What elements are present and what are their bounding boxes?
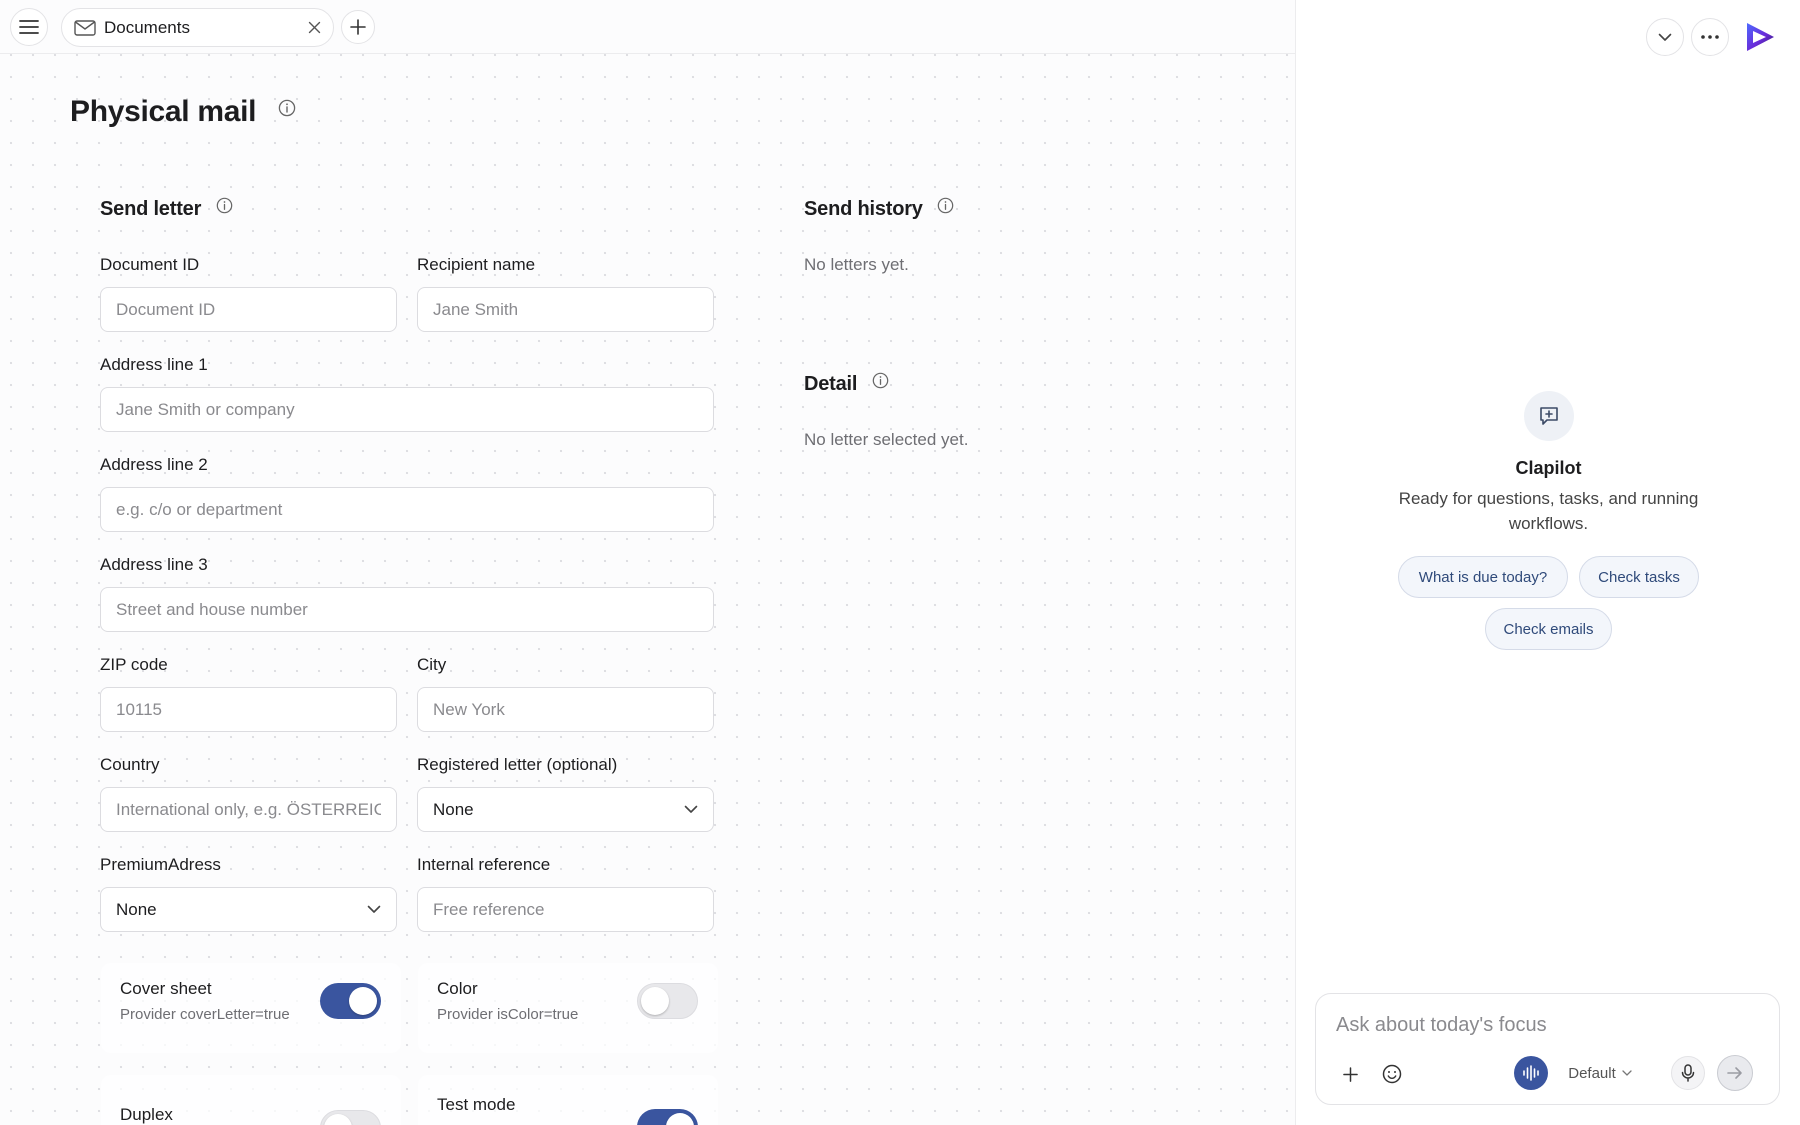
plus-icon <box>1342 1066 1358 1082</box>
toggle-knob <box>641 987 669 1015</box>
document-id-input[interactable] <box>100 287 397 332</box>
smiley-icon <box>1382 1064 1402 1084</box>
more-options-button[interactable] <box>1691 18 1729 56</box>
test-mode-option: Test mode <box>418 1075 718 1125</box>
premium-address-label: PremiumAdress <box>100 855 221 874</box>
chip-check-emails[interactable]: Check emails <box>1485 608 1612 650</box>
mail-icon <box>74 19 96 36</box>
color-toggle[interactable] <box>637 983 698 1019</box>
chevron-down-icon <box>684 805 698 813</box>
menu-button[interactable] <box>10 8 48 46</box>
address-line-3-input[interactable] <box>100 587 714 632</box>
cover-sheet-option: Cover sheet Provider coverLetter=true <box>101 963 401 1053</box>
send-letter-title: Send letter <box>100 198 202 220</box>
chat-input[interactable] <box>1336 1010 1756 1040</box>
info-icon[interactable] <box>872 372 889 389</box>
tab-close-button[interactable] <box>299 13 329 43</box>
address-line-1-input[interactable] <box>100 387 714 432</box>
assistant-panel: Clapilot Ready for questions, tasks, and… <box>1295 0 1800 1125</box>
microphone-icon <box>1681 1064 1695 1082</box>
chat-composer: Default <box>1315 993 1780 1105</box>
internal-reference-label: Internal reference <box>417 855 551 874</box>
plus-icon <box>350 19 366 35</box>
cover-sheet-hint: Provider coverLetter=true <box>120 1006 290 1023</box>
waveform-icon <box>1523 1065 1539 1081</box>
microphone-button[interactable] <box>1671 1056 1705 1090</box>
registered-letter-label: Registered letter (optional) <box>417 755 618 774</box>
recipient-name-label: Recipient name <box>417 255 536 274</box>
cover-sheet-label: Cover sheet <box>120 979 212 998</box>
send-letter-heading: Send letter <box>100 197 233 221</box>
send-history-heading: Send history <box>804 197 954 221</box>
chevron-down-icon <box>1622 1070 1632 1076</box>
premium-address-value: None <box>116 899 157 919</box>
chip-what-is-due-today[interactable]: What is due today? <box>1398 556 1568 598</box>
toggle-knob <box>666 1113 694 1125</box>
model-select[interactable]: Default <box>1560 1058 1640 1088</box>
address-line-2-input[interactable] <box>100 487 714 532</box>
model-select-value: Default <box>1568 1064 1616 1082</box>
address-line-1-label: Address line 1 <box>100 355 208 374</box>
address-line-3-label: Address line 3 <box>100 555 208 574</box>
assistant-name: Clapilot <box>1515 458 1582 478</box>
color-label: Color <box>437 979 478 998</box>
toggle-knob <box>324 1114 352 1125</box>
more-horizontal-icon <box>1701 35 1719 39</box>
new-tab-button[interactable] <box>341 10 375 44</box>
attach-button[interactable] <box>1336 1060 1364 1088</box>
address-line-2-label: Address line 2 <box>100 455 208 474</box>
assistant-avatar <box>1524 391 1574 441</box>
info-icon[interactable] <box>278 99 296 117</box>
send-history-title: Send history <box>804 198 923 220</box>
color-option: Color Provider isColor=true <box>418 963 718 1053</box>
city-input[interactable] <box>417 687 714 732</box>
send-button[interactable] <box>1717 1055 1753 1091</box>
country-label: Country <box>100 755 160 774</box>
top-bar: Documents <box>0 0 1295 54</box>
voice-mode-button[interactable] <box>1514 1056 1548 1090</box>
info-icon[interactable] <box>216 197 233 214</box>
info-icon[interactable] <box>937 197 954 214</box>
main-panel: Documents Physical mail Send letter Docu… <box>0 0 1295 1125</box>
zip-code-input[interactable] <box>100 687 397 732</box>
duplex-label: Duplex <box>120 1105 173 1124</box>
hamburger-icon <box>19 20 39 34</box>
detail-title: Detail <box>804 373 858 395</box>
detail-heading: Detail <box>804 372 889 396</box>
test-mode-label: Test mode <box>437 1095 516 1114</box>
internal-reference-input[interactable] <box>417 887 714 932</box>
tab-label: Documents <box>104 17 190 37</box>
tab-documents[interactable]: Documents <box>61 8 334 47</box>
country-input[interactable] <box>100 787 397 832</box>
collapse-button[interactable] <box>1646 18 1684 56</box>
assistant-description: Ready for questions, tasks, and running … <box>1398 489 1699 533</box>
document-id-label: Document ID <box>100 255 200 274</box>
chevron-down-icon <box>367 905 381 913</box>
duplex-option: Duplex <box>101 1075 401 1125</box>
send-history-empty: No letters yet. <box>804 255 909 274</box>
test-mode-toggle[interactable] <box>637 1109 698 1125</box>
close-icon <box>308 21 320 34</box>
chip-check-tasks[interactable]: Check tasks <box>1579 556 1699 598</box>
toggle-knob <box>349 987 377 1015</box>
chevron-down-icon <box>1658 33 1672 41</box>
premium-address-select[interactable]: None <box>100 887 397 932</box>
arrow-right-icon <box>1727 1067 1742 1079</box>
zip-code-label: ZIP code <box>100 655 168 674</box>
page-title: Physical mail <box>70 95 296 129</box>
cover-sheet-toggle[interactable] <box>320 983 381 1019</box>
duplex-toggle[interactable] <box>320 1110 381 1125</box>
clapilot-logo <box>1741 18 1779 56</box>
page-title-text: Physical mail <box>70 95 257 128</box>
emoji-button[interactable] <box>1378 1060 1406 1088</box>
color-hint: Provider isColor=true <box>437 1006 579 1023</box>
registered-letter-value: None <box>433 799 474 819</box>
recipient-name-input[interactable] <box>417 287 714 332</box>
chat-plus-icon <box>1540 407 1558 425</box>
registered-letter-select[interactable]: None <box>417 787 714 832</box>
city-label: City <box>417 655 447 674</box>
detail-empty: No letter selected yet. <box>804 430 969 449</box>
